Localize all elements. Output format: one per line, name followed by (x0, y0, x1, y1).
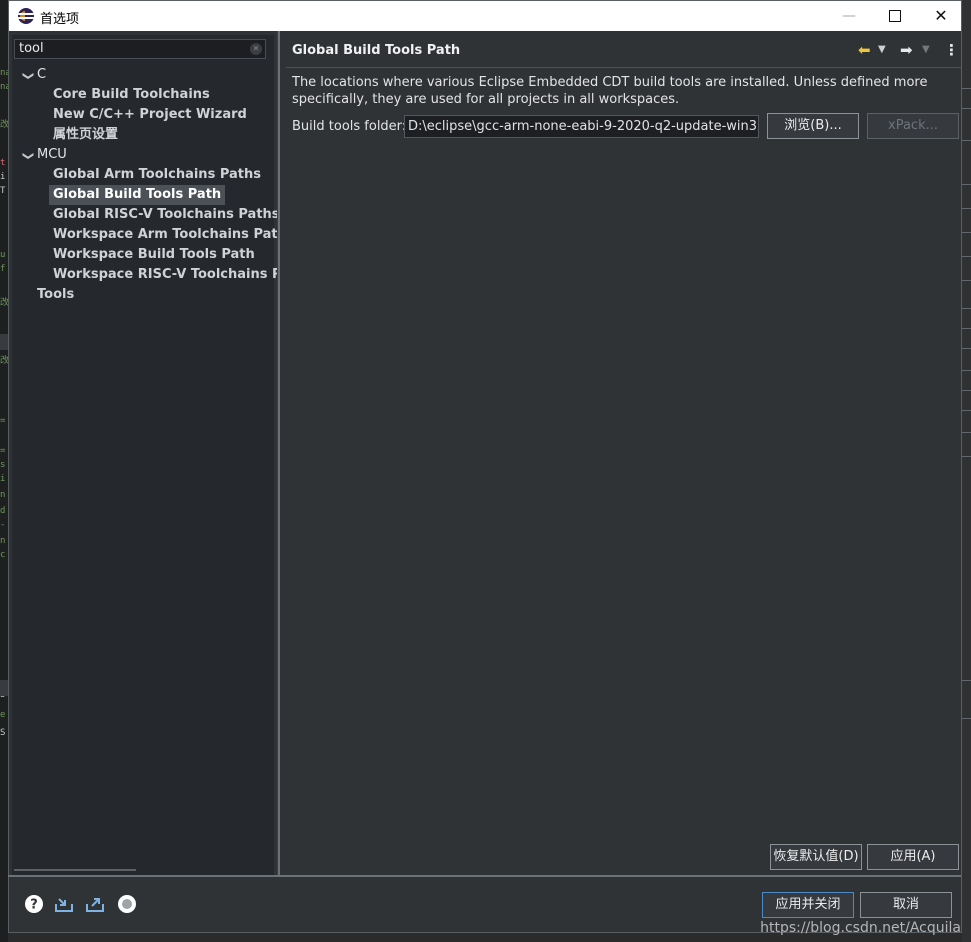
back-dropdown-icon[interactable]: ▼ (878, 40, 886, 60)
editor-highlight-line (0, 680, 8, 696)
background-editor-right (962, 0, 971, 942)
tree-item-workspace-arm-toolchains[interactable]: Workspace Arm Toolchains Paths (53, 225, 295, 245)
tree-category-c[interactable]: C (37, 65, 46, 85)
page-title: Global Build Tools Path (292, 43, 461, 58)
tree-item-workspace-riscv-toolchains[interactable]: Workspace RISC-V Toolchains Path (53, 265, 305, 285)
tree-item-core-build-toolchains[interactable]: Core Build Toolchains (53, 85, 210, 105)
window-title: 首选项 (40, 12, 80, 27)
editor-fragment-text: = (0, 446, 6, 456)
background-editor-left: nana改tiTuf改改==sind-ncbeS (0, 0, 8, 942)
tree-horizontal-scrollbar[interactable] (14, 869, 136, 871)
record-icon[interactable] (117, 894, 137, 914)
editor-fragment-text: na (0, 82, 8, 92)
editor-fragment-text: n (0, 490, 6, 500)
close-button[interactable]: ✕ (918, 1, 964, 31)
editor-fragment-text: S (0, 728, 6, 738)
editor-fragment-text: u (0, 250, 6, 260)
tree-item-new-project-wizard[interactable]: New C/C++ Project Wizard (53, 105, 247, 125)
apply-button[interactable]: 应用(A) (867, 844, 959, 870)
editor-fragment-text: f (0, 264, 6, 274)
editor-fragment-text: s (0, 460, 6, 470)
editor-fragment-text: 改 (0, 356, 8, 366)
tree-category-mcu[interactable]: MCU (37, 145, 67, 165)
editor-fragment-text: t (0, 158, 6, 168)
minimize-button[interactable]: — (826, 1, 872, 31)
preference-page: Global Build Tools Path ⬅ ▼ ➡ ▼ ⋮ The lo… (280, 32, 961, 875)
editor-fragment-text: 改 (0, 120, 8, 130)
filter-input[interactable]: tool ✕ (14, 39, 266, 59)
editor-fragment-text: d (0, 506, 6, 516)
editor-fragment-text: i (0, 474, 6, 484)
forward-dropdown-icon[interactable]: ▼ (922, 40, 930, 60)
tree-item-global-riscv-toolchains[interactable]: Global RISC-V Toolchains Paths (53, 205, 280, 225)
build-tools-folder-input[interactable]: D:\eclipse\gcc-arm-none-eabi-9-2020-q2-u… (404, 115, 759, 138)
help-icon[interactable]: ? (24, 894, 44, 914)
tree-item-workspace-build-tools-path[interactable]: Workspace Build Tools Path (53, 245, 255, 265)
chevron-down-icon[interactable]: ❯ (15, 151, 35, 161)
editor-fragment-text: na (0, 68, 8, 78)
editor-fragment-text: n (0, 536, 6, 546)
editor-fragment-text: e (0, 710, 6, 720)
editor-fragment-text: - (0, 520, 6, 530)
back-arrow-icon[interactable]: ⬅ (858, 40, 871, 60)
browse-button[interactable]: 浏览(B)... (767, 113, 859, 139)
editor-fragment-text: i (0, 172, 6, 182)
import-icon[interactable] (54, 894, 74, 914)
preferences-dialog: 首选项 — ✕ tool ✕ ❯ C Core Build Toolchains… (8, 0, 962, 933)
apply-and-close-button[interactable]: 应用并关闭 (762, 892, 854, 918)
preference-tree-panel: tool ✕ ❯ C Core Build Toolchains New C/C… (12, 35, 305, 875)
editor-fragment-text: = (0, 416, 6, 426)
maximize-icon (889, 10, 901, 22)
eclipse-app-icon (18, 8, 34, 24)
editor-fragment-text: 改 (0, 298, 8, 308)
tree-item-property-page-settings[interactable]: 属性页设置 (53, 125, 118, 145)
tree-item-global-arm-toolchains[interactable]: Global Arm Toolchains Paths (53, 165, 261, 185)
svg-text:?: ? (30, 898, 38, 913)
xpack-button[interactable]: xPack... (867, 113, 959, 139)
footer-separator (8, 875, 961, 877)
more-menu-icon[interactable]: ⋮ (944, 40, 959, 60)
watermark-text: https://blog.csdn.net/Acquila (760, 920, 961, 936)
forward-arrow-icon[interactable]: ➡ (900, 40, 913, 60)
title-bar[interactable]: 首选项 — ✕ (9, 1, 961, 31)
maximize-button[interactable] (872, 1, 918, 31)
clear-filter-icon[interactable]: ✕ (250, 43, 262, 55)
editor-fragment-text: c (0, 550, 6, 560)
cancel-button[interactable]: 取消 (860, 892, 952, 918)
export-icon[interactable] (85, 894, 105, 914)
chevron-down-icon[interactable]: ❯ (15, 71, 35, 81)
filter-text: tool (19, 41, 44, 56)
tree-item-global-build-tools-path[interactable]: Global Build Tools Path (49, 185, 226, 205)
editor-highlight-line (0, 334, 8, 350)
page-description: The locations where various Eclipse Embe… (292, 75, 928, 107)
editor-fragment-text: T (0, 186, 6, 196)
restore-defaults-button[interactable]: 恢复默认值(D) (770, 844, 862, 870)
build-tools-folder-label: Build tools folder: (292, 119, 407, 134)
tree-category-tools[interactable]: Tools (37, 285, 74, 305)
title-separator (286, 67, 961, 68)
